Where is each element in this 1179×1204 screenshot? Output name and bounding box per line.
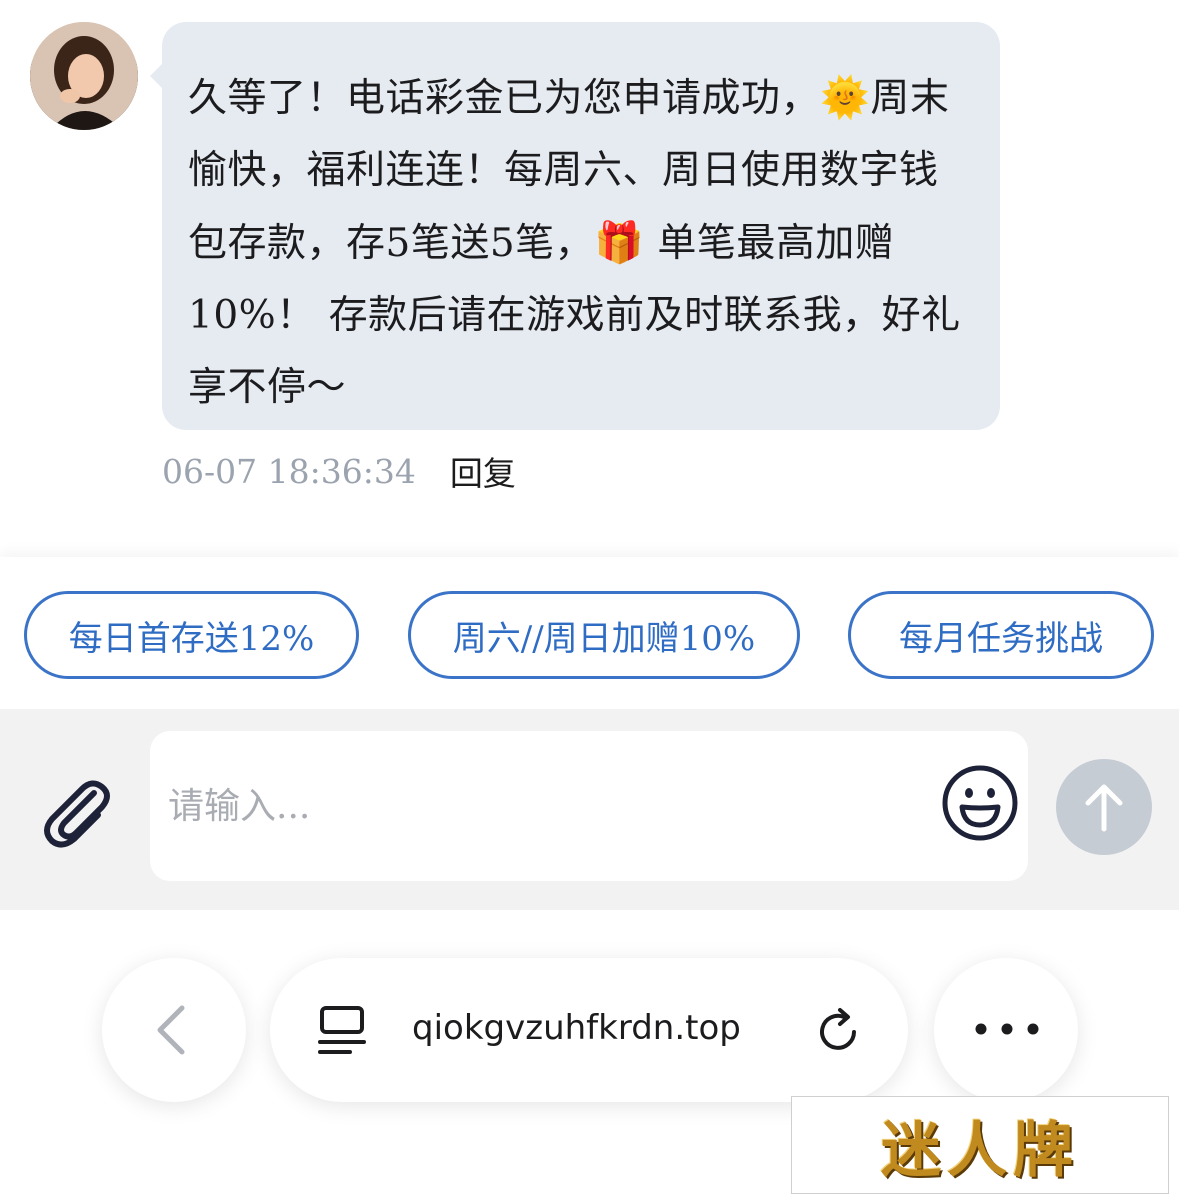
message-text: 久等了！电话彩金已为您申请成功，🌞周末愉快，福利连连！每周六、周日使用数字钱包存… xyxy=(188,75,961,410)
brand-watermark: 迷人牌 xyxy=(791,1096,1169,1194)
message-timestamp: 06-07 18:36:34 xyxy=(162,451,416,491)
reply-button[interactable]: 回复 xyxy=(450,447,516,495)
message-input[interactable] xyxy=(168,785,908,827)
send-button[interactable] xyxy=(1056,759,1152,855)
quick-reply-bar: 每日首存送12% 周六//周日加赠10% 每月任务挑战 xyxy=(0,557,1179,709)
sun-emoji-icon: 🌞 xyxy=(820,75,871,121)
quick-reply-chip-daily-deposit[interactable]: 每日首存送12% xyxy=(24,591,359,679)
watermark-logo-text: 迷人牌 xyxy=(881,1115,1079,1186)
browser-more-button[interactable] xyxy=(934,958,1078,1102)
reader-mode-icon[interactable] xyxy=(316,1004,368,1056)
message-meta: 06-07 18:36:34 回复 xyxy=(162,447,516,495)
quick-reply-chip-weekend-bonus[interactable]: 周六//周日加赠10% xyxy=(408,591,800,679)
url-text[interactable]: qiokgvzuhfkrdn.top xyxy=(412,1008,741,1048)
chip-label: 每月任务挑战 xyxy=(899,618,1103,659)
quick-reply-chip-monthly-challenge[interactable]: 每月任务挑战 xyxy=(848,591,1154,679)
paperclip-icon[interactable] xyxy=(36,771,116,851)
gift-emoji-icon: 🎁 xyxy=(594,220,645,266)
emoji-smiley-icon[interactable] xyxy=(940,763,1020,843)
arrow-up-icon xyxy=(1085,784,1123,832)
more-dots-icon xyxy=(975,1023,1039,1035)
browser-back-button[interactable] xyxy=(102,958,246,1102)
composer-bar xyxy=(0,709,1179,910)
chip-label: 周六//周日加赠10% xyxy=(452,618,756,659)
chevron-left-icon xyxy=(157,1005,185,1055)
reload-icon[interactable] xyxy=(814,1006,866,1058)
agent-avatar[interactable] xyxy=(30,22,138,130)
address-bar[interactable]: qiokgvzuhfkrdn.top xyxy=(270,958,908,1102)
chip-label: 每日首存送12% xyxy=(68,618,315,659)
chat-screen: 久等了！电话彩金已为您申请成功，🌞周末愉快，福利连连！每周六、周日使用数字钱包存… xyxy=(0,0,1179,1204)
message-bubble[interactable]: 久等了！电话彩金已为您申请成功，🌞周末愉快，福利连连！每周六、周日使用数字钱包存… xyxy=(162,22,1000,430)
message-input-box[interactable] xyxy=(150,731,1028,881)
